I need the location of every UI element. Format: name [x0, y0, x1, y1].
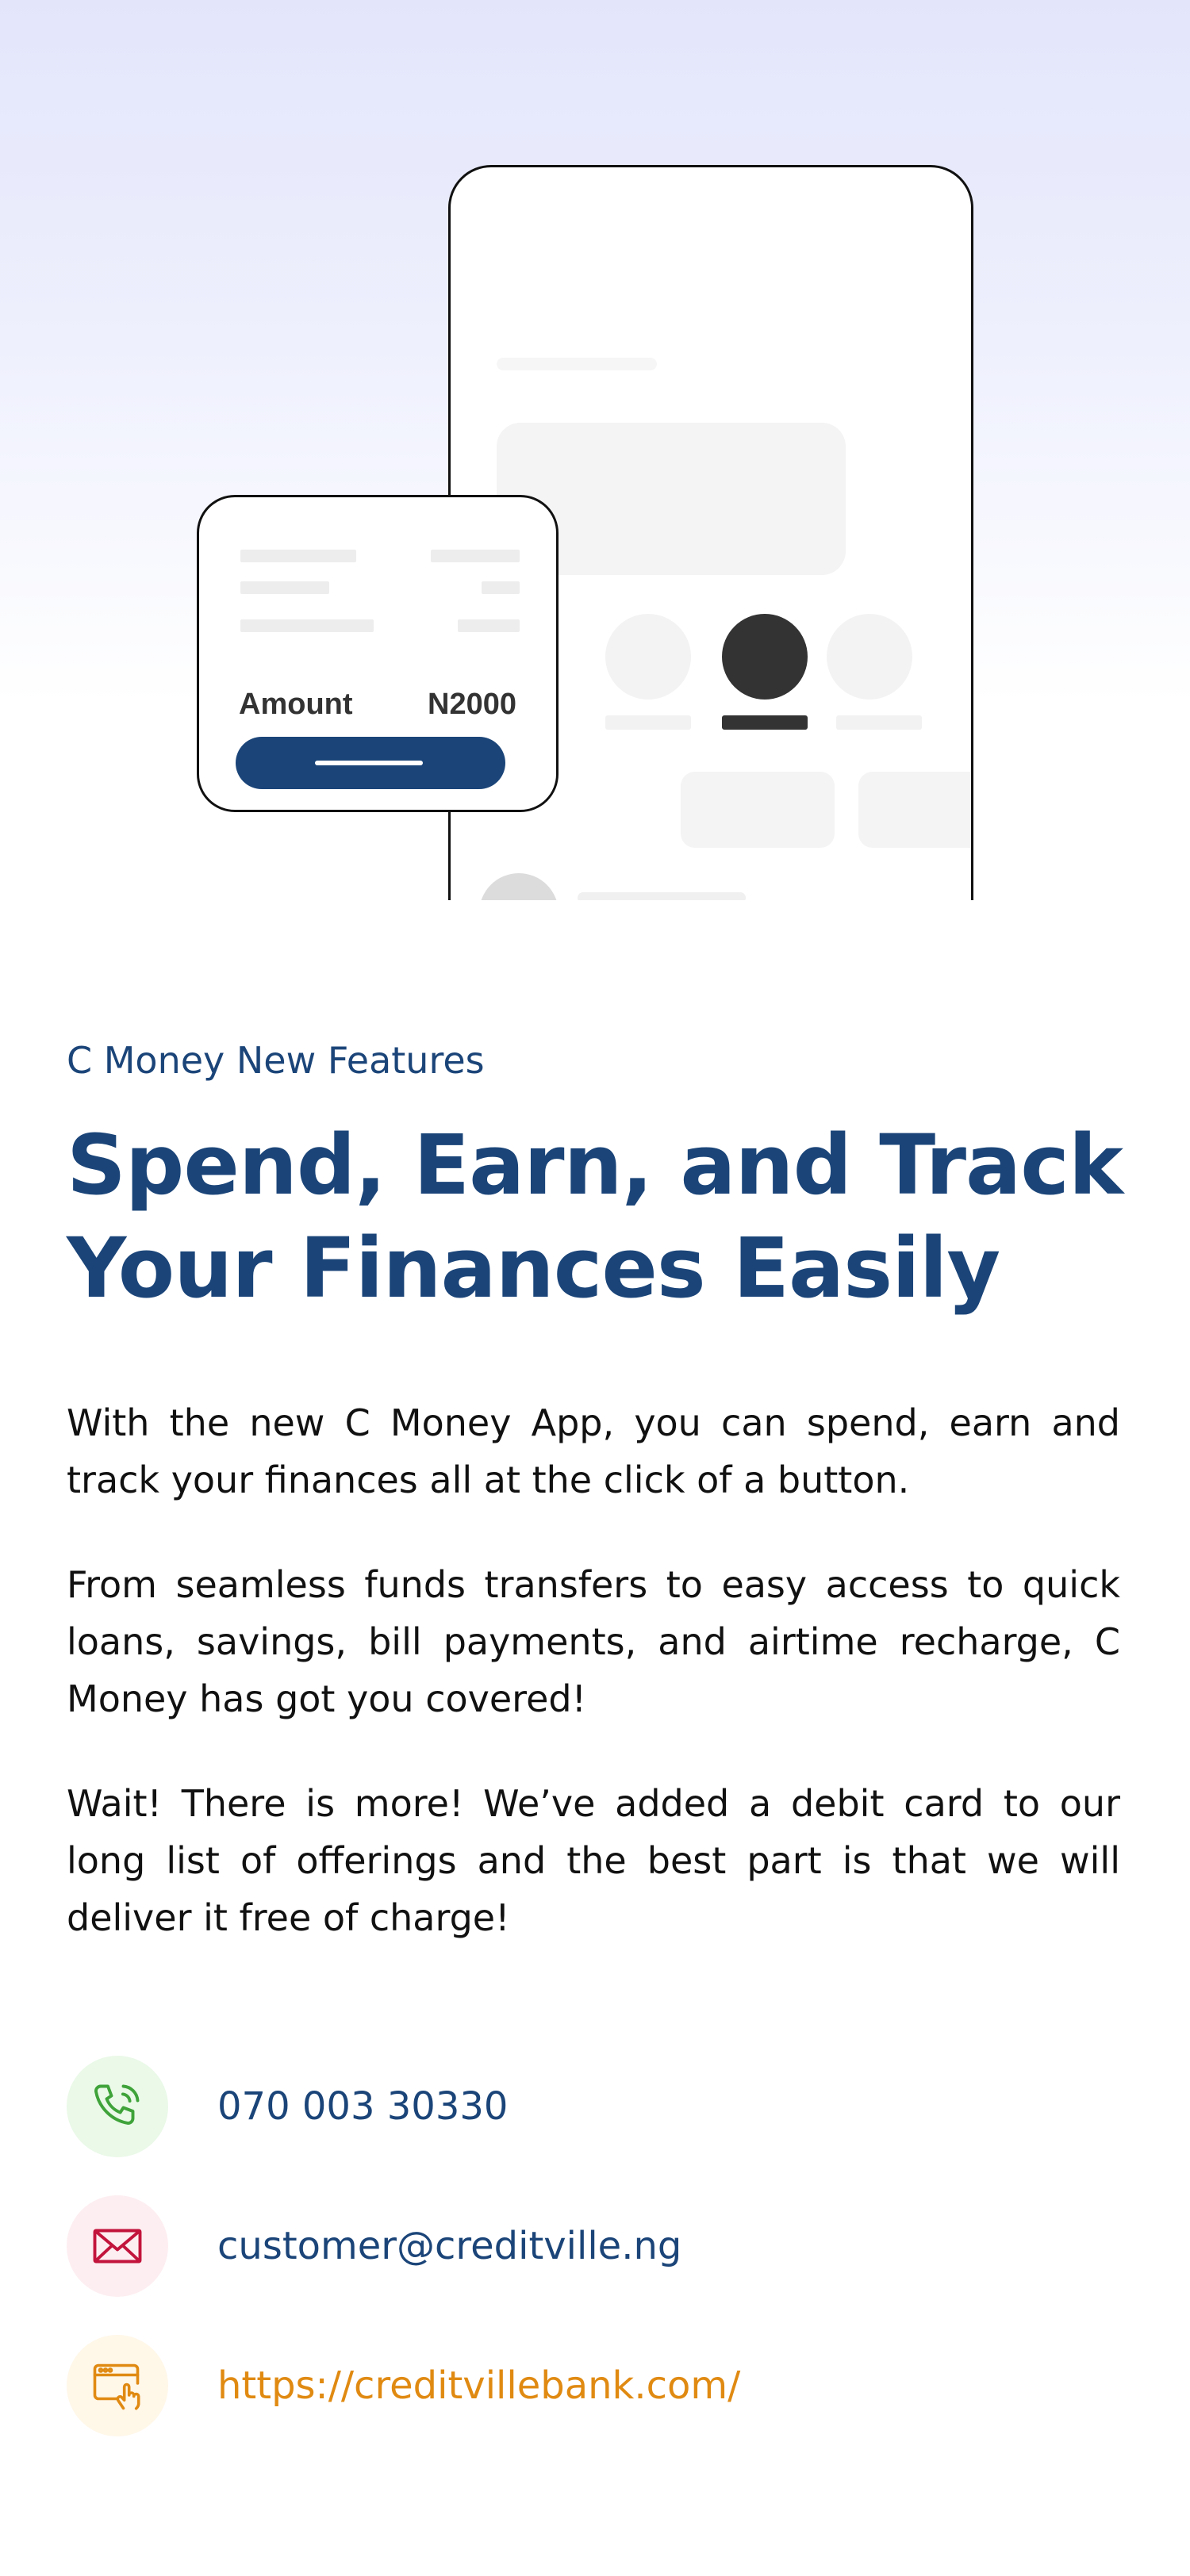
amount-label: Amount [239, 688, 353, 721]
body-paragraph: From seamless funds transfers to easy ac… [67, 1563, 1120, 1720]
amount-value: N2000 [428, 688, 516, 721]
web-click-icon [93, 2363, 140, 2410]
placeholder-line [458, 619, 520, 632]
placeholder-line [240, 581, 329, 594]
placeholder-line [497, 358, 657, 370]
headline-line-1: Spend, Earn, and Track [67, 1117, 1123, 1213]
hero-illustration: Amount N2000 [0, 0, 1190, 900]
placeholder-bar [605, 715, 691, 730]
placeholder-line [240, 619, 374, 632]
button-placeholder-line [315, 761, 423, 765]
selected-bar [722, 715, 808, 730]
section-eyebrow: C Money New Features [67, 1039, 485, 1082]
phone-icon-badge [67, 2056, 168, 2157]
mail-icon-badge [67, 2195, 168, 2297]
placeholder-circle [827, 614, 912, 700]
phone-number-link[interactable]: 070 003 30330 [217, 2084, 508, 2129]
contact-website[interactable]: https://creditvillebank.com/ [67, 2335, 1130, 2436]
page-headline: Spend, Earn, and Track Your Finances Eas… [67, 1114, 1130, 1320]
web-icon-badge [67, 2335, 168, 2436]
website-link[interactable]: https://creditvillebank.com/ [217, 2363, 740, 2408]
contact-email[interactable]: customer@creditville.ng [67, 2195, 1130, 2297]
body-paragraph: With the new C Money App, you can spend,… [67, 1401, 1120, 1501]
placeholder-tile [681, 772, 835, 848]
selected-circle [722, 614, 808, 700]
email-link[interactable]: customer@creditville.ng [217, 2224, 681, 2268]
placeholder-bar [836, 715, 922, 730]
placeholder-circle [605, 614, 691, 700]
body-paragraph: Wait! There is more! We’ve added a debit… [67, 1782, 1120, 1939]
card-confirm-button [236, 737, 505, 789]
phone-icon [94, 2084, 140, 2125]
placeholder-avatar [479, 873, 559, 900]
contact-phone[interactable]: 070 003 30330 [67, 2056, 1130, 2157]
mail-icon [93, 2229, 142, 2264]
placeholder-line [240, 550, 356, 562]
placeholder-line [482, 581, 520, 594]
placeholder-line [578, 892, 746, 900]
transfer-card: Amount N2000 [197, 495, 559, 812]
headline-line-2: Your Finances Easily [67, 1220, 1000, 1317]
placeholder-tile [858, 772, 971, 848]
placeholder-line [431, 550, 520, 562]
